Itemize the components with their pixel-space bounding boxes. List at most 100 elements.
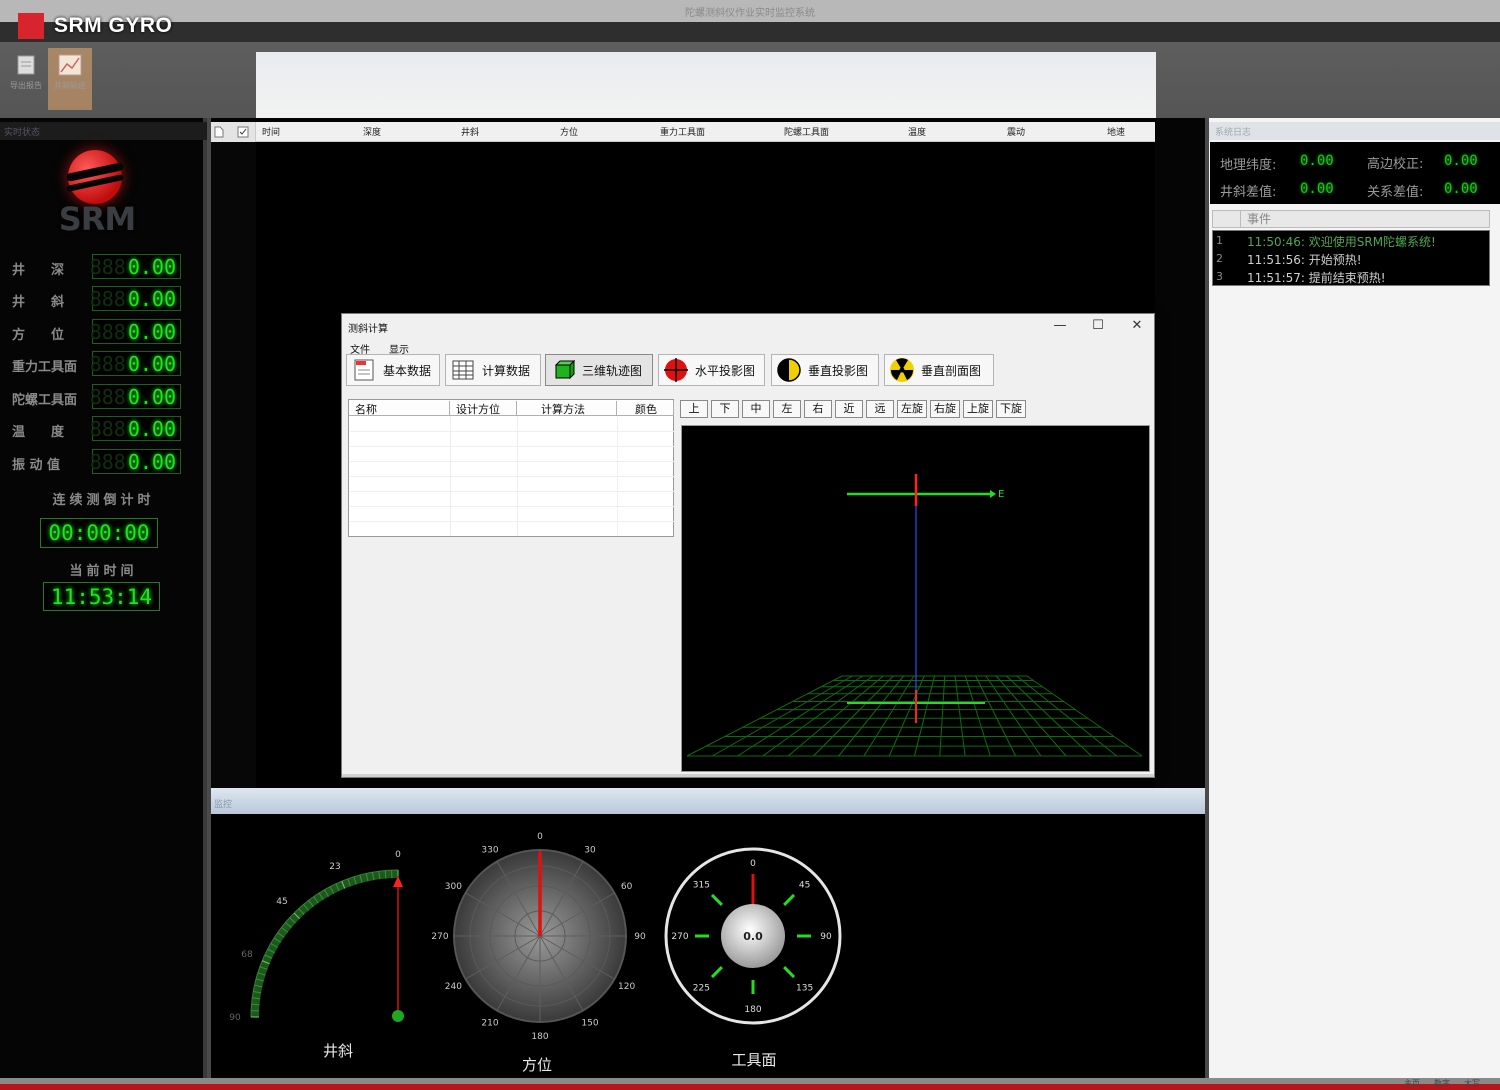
temperature-value: 0.00 (127, 416, 176, 441)
grid-col-inclination[interactable]: 井斜 (461, 125, 479, 138)
grid-col-gyro-toolface[interactable]: 陀螺工具面 (784, 125, 829, 138)
grid-col-vibration[interactable]: 震动 (1007, 125, 1025, 138)
gauges: 0 23 45 68 90 井斜 0 30 60 90 120 150 180 210 240 2… (229, 832, 842, 1074)
azimuth-tick-label: 210 (481, 1019, 498, 1029)
export-report-button[interactable]: 导出报告 (4, 48, 48, 110)
grid-line (787, 675, 884, 757)
azimuth-value: 0.00 (127, 319, 176, 344)
table-col-calc-method[interactable]: 计算方法 (517, 401, 617, 416)
table-row-line (350, 521, 674, 522)
table-col-name[interactable]: 名称 (349, 401, 450, 416)
rotate-left-button[interactable]: 左旋 (897, 400, 927, 418)
horizontal-projection-label: 水平投影图 (695, 363, 756, 378)
log-col-event[interactable]: 事件 (1240, 210, 1490, 228)
well-depth-label: 井 深 (12, 263, 65, 278)
grid-col-azimuth[interactable]: 方位 (560, 125, 578, 138)
vibration-label: 振 动 值 (12, 458, 61, 473)
inclination-diff-value: 0.00 (1300, 181, 1334, 197)
view-up-button[interactable]: 上 (680, 400, 708, 418)
trajectory-table[interactable]: 名称 设计方位 计算方法 颜色 (348, 399, 674, 537)
crosshair-icon (663, 357, 689, 383)
grid-col-time[interactable]: 时间 (262, 125, 280, 138)
grid-col-temperature[interactable]: 温度 (908, 125, 926, 138)
vertical-projection-label: 垂直投影图 (808, 363, 869, 378)
toolface-tick (710, 966, 723, 979)
view-center-button[interactable]: 中 (742, 400, 770, 418)
azimuth-tick-label: 240 (445, 982, 462, 992)
rotate-right-button[interactable]: 右旋 (930, 400, 960, 418)
gyro-toolface-display: 888 0.00 (90, 384, 181, 409)
data-grid-header: 时间 深度 井斜 方位 重力工具面 陀螺工具面 温度 震动 地速 (256, 122, 1155, 142)
latitude-value: 0.00 (1300, 153, 1334, 169)
3d-trajectory-button[interactable]: 三维轨迹图 (545, 354, 653, 386)
azimuth-gauge: 0 30 60 90 120 150 180 210 240 270 300 330 方位 (431, 832, 646, 1074)
toolface-tick (783, 893, 796, 906)
incl-tick (384, 870, 387, 879)
brand-logo-icon (18, 13, 44, 39)
view-left-button[interactable]: 左 (773, 400, 801, 418)
3d-trajectory-viewport[interactable]: E (681, 425, 1150, 772)
vertical-section-label: 垂直剖面图 (921, 363, 982, 378)
rotate-up-button[interactable]: 上旋 (963, 400, 993, 418)
vertical-section-button[interactable]: 垂直剖面图 (884, 354, 994, 386)
calc-data-button[interactable]: 计算数据 (445, 354, 541, 386)
view-down-button[interactable]: 下 (711, 400, 739, 418)
gravity-toolface-display: 888 0.00 (89, 351, 181, 376)
window-title: 陀螺测斜仪作业实时监控系统 (685, 8, 815, 19)
monitor-panel: 0 23 45 68 90 井斜 0 30 60 90 120 150 180 210 240 2… (211, 814, 1205, 1078)
view-far-button[interactable]: 远 (866, 400, 894, 418)
axis-label-east: E (998, 489, 1004, 500)
basic-data-button[interactable]: 基本数据 (346, 354, 440, 386)
close-button[interactable]: ✕ (1119, 316, 1155, 336)
toolface-tick-label: 315 (693, 880, 710, 890)
maximize-button[interactable]: ☐ (1080, 316, 1116, 336)
display-ghost: 888 (89, 351, 126, 376)
table-col-design-azimuth[interactable]: 设计方位 (450, 401, 517, 416)
gyro-toolface-value: 0.00 (127, 384, 176, 409)
view-right-button[interactable]: 右 (804, 400, 832, 418)
latitude-label: 地理纬度: (1220, 158, 1277, 173)
incl-tick-45: 45 (276, 897, 287, 907)
relation-diff-label: 关系差值: (1367, 185, 1424, 200)
display-ghost: 888 (89, 416, 126, 441)
table-col-color[interactable]: 颜色 (617, 401, 674, 416)
monitor-splitter[interactable] (211, 788, 1205, 814)
vertical-projection-button[interactable]: 垂直投影图 (771, 354, 879, 386)
display-ghost: 888 (89, 319, 126, 344)
table-row-line (350, 476, 674, 477)
horizontal-projection-button[interactable]: 水平投影图 (658, 354, 765, 386)
srm-logo-text: SRM (58, 200, 137, 238)
grid-col-gravity-toolface[interactable]: 重力工具面 (660, 125, 705, 138)
log-row-num: 1 (1216, 234, 1223, 247)
checkbox-icon[interactable] (237, 126, 249, 138)
brand-name: SRM GYRO (54, 14, 173, 37)
incl-tick-68: 68 (241, 950, 253, 960)
temperature-label: 温 度 (12, 425, 65, 440)
grid-line (914, 675, 935, 757)
new-document-icon[interactable] (214, 126, 224, 138)
well-depth-value: 0.00 (127, 254, 176, 279)
countdown-display: 00:00:00 (40, 518, 158, 548)
grid-col-speed[interactable]: 地速 (1107, 125, 1125, 138)
azimuth-tick-label: 270 (431, 932, 448, 942)
azimuth-tick-label: 120 (618, 982, 635, 992)
well-trajectory-label: 井斜轨迹 (54, 81, 86, 90)
grid-line (686, 675, 843, 757)
grid-line (712, 675, 853, 757)
toolface-tick (710, 893, 723, 906)
event-log[interactable]: 1 11:50:46: 欢迎使用SRM陀螺系统! 2 11:51:56: 开始预… (1212, 230, 1490, 286)
rotate-down-button[interactable]: 下旋 (996, 400, 1026, 418)
minimize-button[interactable]: — (1042, 316, 1078, 336)
grid-col-depth[interactable]: 深度 (363, 125, 381, 138)
well-trajectory-button[interactable]: 井斜轨迹 (48, 48, 92, 110)
toolface-tick-label: 270 (671, 932, 688, 942)
display-ghost: 888 (89, 286, 126, 311)
azimuth-tick-label: 60 (621, 882, 633, 892)
view-near-button[interactable]: 近 (835, 400, 863, 418)
ribbon-content (256, 52, 1156, 118)
grid-line (1006, 675, 1092, 757)
toolface-tick-label: 90 (820, 932, 832, 942)
toolface-tick-label: 45 (799, 880, 810, 890)
status-numlock: 数字 (1434, 1079, 1450, 1088)
azimuth-tick-label: 150 (581, 1019, 598, 1029)
